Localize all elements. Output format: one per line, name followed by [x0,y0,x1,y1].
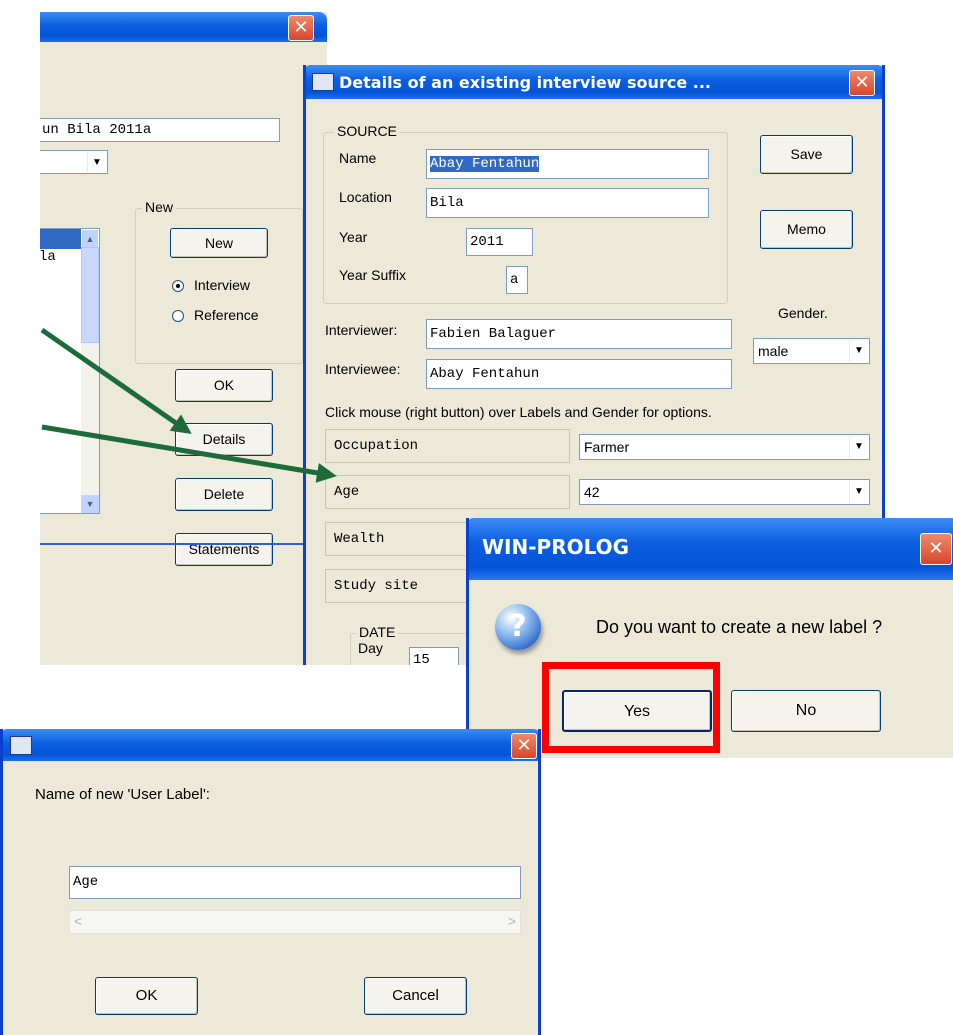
annotation-arrows [40,327,337,483]
arrow-to-age-label [41,424,337,483]
arrow-to-details [40,327,192,434]
